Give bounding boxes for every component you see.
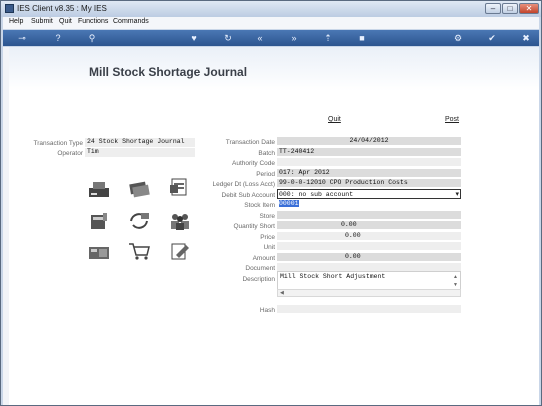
stock-item-label: Stock Item (244, 202, 275, 209)
batch-field[interactable]: TT-240412 (277, 148, 461, 156)
debit-sub-account-label: Debit Sub Account (221, 192, 275, 199)
register-icon[interactable] (87, 211, 111, 231)
horizontal-scrollbar[interactable]: ◀ (277, 289, 461, 297)
operator-label: Operator (57, 150, 83, 157)
stop-icon[interactable]: ■ (355, 32, 369, 44)
transaction-type-label: Transaction Type (33, 140, 84, 147)
document-label: Document (245, 265, 275, 272)
menu-bar: Help Submit Quit Functions Commands (3, 17, 539, 29)
upload-icon[interactable]: ⇡ (321, 32, 335, 44)
transaction-date-label: Transaction Date (225, 139, 275, 146)
quantity-short-field[interactable]: 0.00 (277, 221, 461, 229)
store-label: Store (259, 213, 275, 220)
scroll-up-icon[interactable]: ▲ (453, 274, 458, 280)
page-banner (3, 47, 539, 91)
printer-icon[interactable] (87, 179, 111, 199)
scroll-left-icon[interactable]: ◀ (280, 290, 284, 296)
toolbar: ⊸ ? ⚲ ♥ ↻ « » ⇡ ■ ⚙ ✔ ✖ (3, 30, 539, 46)
key-icon[interactable]: ⊸ (11, 32, 33, 44)
debit-sub-account-select[interactable]: 000: no sub account ▾ (277, 189, 461, 199)
operator-field[interactable]: Tim (85, 148, 195, 157)
scroll-down-icon[interactable]: ▼ (453, 282, 458, 288)
help-icon[interactable]: ? (51, 32, 65, 44)
store-field[interactable] (277, 211, 461, 219)
debit-sub-account-value: 000: no sub account (279, 191, 354, 198)
title-bar: IES Client v8.35 : My IES – □ ✕ (1, 1, 541, 17)
unit-label: Unit (263, 244, 275, 251)
shopping-cart-icon[interactable] (127, 241, 151, 261)
window-title: IES Client v8.35 : My IES (17, 4, 107, 13)
calculator-icon[interactable] (87, 243, 111, 263)
forward-icon[interactable]: » (287, 32, 301, 44)
post-link[interactable]: Post (445, 116, 459, 123)
document-field[interactable] (277, 263, 461, 271)
rewind-icon[interactable]: « (253, 32, 267, 44)
description-label: Description (242, 276, 275, 283)
description-value: Mill Stock Short Adjustment (280, 273, 386, 280)
main-content: Mill Stock Shortage Journal Quit Post Tr… (3, 47, 539, 405)
batch-label: Batch (258, 150, 275, 157)
authority-code-field[interactable] (277, 158, 461, 166)
menu-submit[interactable]: Submit (31, 18, 53, 25)
heart-icon[interactable]: ♥ (187, 32, 201, 44)
quantity-short-label: Quantity Short (233, 223, 275, 230)
exchange-icon[interactable] (127, 211, 151, 231)
menu-commands[interactable]: Commands (113, 18, 149, 25)
close-icon[interactable]: ✖ (519, 32, 533, 44)
stock-item-field[interactable]: 00001 (277, 200, 461, 208)
refresh-icon[interactable]: ↻ (221, 32, 235, 44)
left-strip (3, 47, 9, 405)
transaction-date-field[interactable]: 24/04/2012 (277, 137, 461, 145)
hash-field[interactable] (277, 305, 461, 313)
amount-label: Amount (252, 255, 275, 262)
ledger-dt-label: Ledger Dt (Loss Acct) (212, 181, 276, 188)
cards-icon[interactable] (127, 179, 151, 199)
menu-quit[interactable]: Quit (59, 18, 72, 25)
transaction-type-field[interactable]: 24 Stock Shortage Journal (85, 138, 195, 147)
quit-link[interactable]: Quit (328, 116, 341, 123)
period-field[interactable]: 017: Apr 2012 (277, 169, 461, 177)
amount-field[interactable]: 0.00 (277, 253, 461, 261)
minimize-button[interactable]: – (485, 3, 501, 14)
chevron-down-icon[interactable]: ▾ (455, 190, 459, 198)
app-icon (5, 4, 14, 13)
ledger-dt-field[interactable]: 99-0-0-12010 CPO Production Costs (277, 179, 461, 187)
close-window-button[interactable]: ✕ (519, 3, 539, 14)
price-label: Price (260, 234, 275, 241)
unit-field[interactable] (277, 242, 461, 250)
page-title: Mill Stock Shortage Journal (89, 65, 248, 79)
users-icon[interactable] (168, 211, 192, 231)
search-icon[interactable]: ⚲ (85, 32, 99, 44)
period-label: Period (256, 171, 275, 178)
price-field[interactable]: 0.00 (277, 232, 461, 240)
menu-functions[interactable]: Functions (78, 18, 108, 25)
hash-label: Hash (259, 307, 275, 314)
maximize-button[interactable]: □ (502, 3, 518, 14)
settings-icon[interactable]: ⚙ (451, 32, 465, 44)
authority-code-label: Authority Code (232, 160, 275, 167)
menu-help[interactable]: Help (9, 18, 23, 25)
confirm-icon[interactable]: ✔ (485, 32, 499, 44)
app-window: IES Client v8.35 : My IES – □ ✕ Help Sub… (0, 0, 542, 406)
edit-document-icon[interactable] (168, 241, 192, 261)
stock-item-selection: 00001 (279, 200, 299, 207)
documents-icon[interactable] (168, 177, 192, 197)
